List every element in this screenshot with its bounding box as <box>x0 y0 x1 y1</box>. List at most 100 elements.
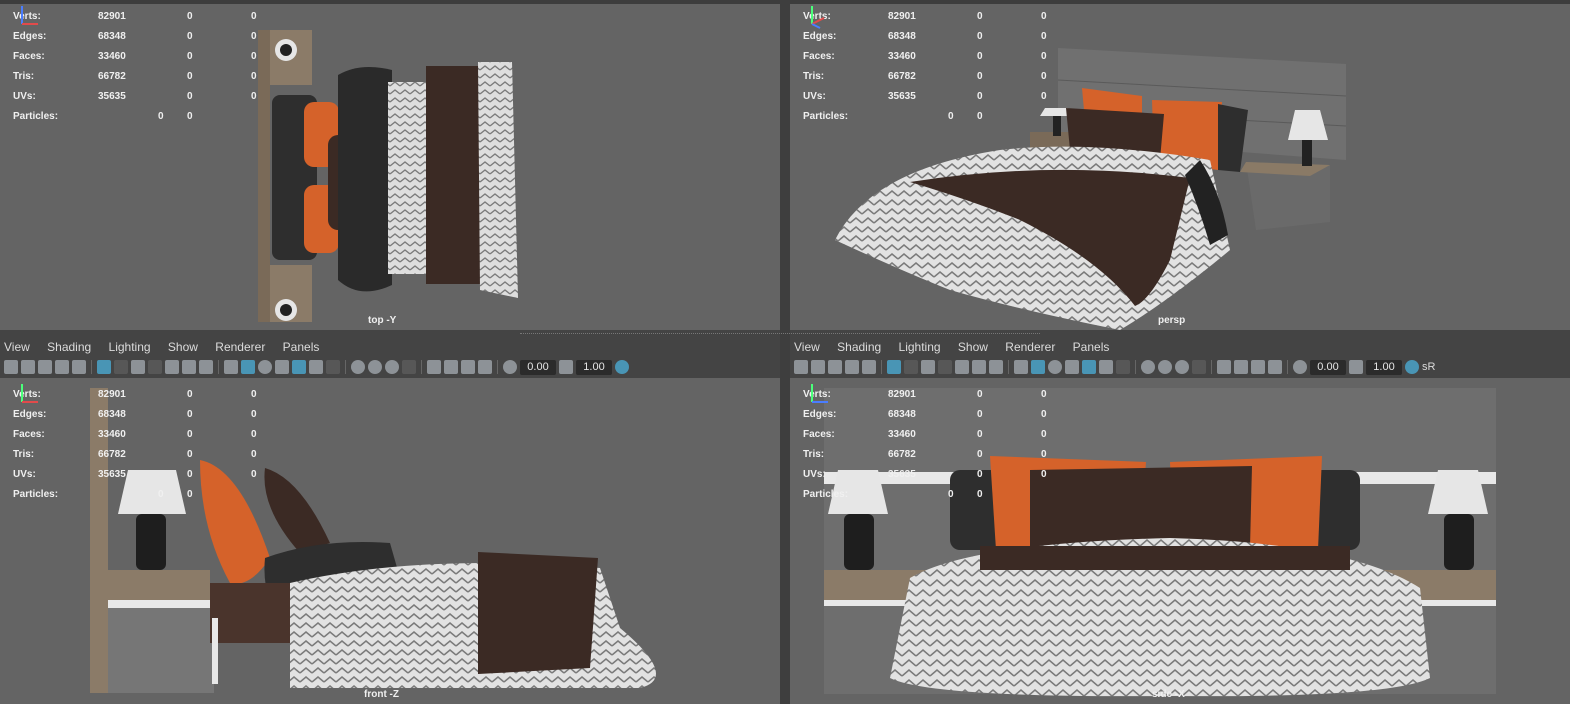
grid-icon[interactable] <box>887 360 901 374</box>
screen-space-ao-icon[interactable] <box>1141 360 1155 374</box>
grease-pencil-icon[interactable] <box>862 360 876 374</box>
viewport-top[interactable]: Verts: 82901 0 0 Edges: 68348 0 0 Faces: 33460 0… <box>0 0 780 330</box>
grease-pencil-icon[interactable] <box>72 360 86 374</box>
image-plane-icon[interactable] <box>55 360 69 374</box>
depth-of-field-icon[interactable] <box>402 360 416 374</box>
menu-shading[interactable]: Shading <box>837 340 881 354</box>
image-plane-icon[interactable] <box>845 360 859 374</box>
hud-row-faces: Faces: 33460 0 0 <box>13 429 257 440</box>
hud-stats: Verts: 82901 0 0 Edges: 68348 0 0 Faces: 33460 0… <box>13 7 283 127</box>
viewport-splitter-vertical[interactable] <box>780 0 790 704</box>
xray-joints-icon[interactable] <box>1251 360 1265 374</box>
viewport-side[interactable]: Verts: 82901 0 0 Edges: 68348 0 0 Faces: 33460 0… <box>790 378 1570 704</box>
default-material-icon[interactable] <box>258 360 272 374</box>
field-chart-icon[interactable] <box>165 360 179 374</box>
gamma-icon[interactable] <box>559 360 573 374</box>
exposure-icon[interactable] <box>1293 360 1307 374</box>
safe-action-icon[interactable] <box>972 360 986 374</box>
panel-menu: View Shading Lighting Show Renderer Pane… <box>794 340 1123 356</box>
wireframe-on-shaded-icon[interactable] <box>1065 360 1079 374</box>
color-management-icon[interactable] <box>615 360 629 374</box>
toolbar-separator <box>218 360 219 374</box>
menu-view[interactable]: View <box>4 340 30 354</box>
smooth-shade-icon[interactable] <box>241 360 255 374</box>
depth-of-field-icon[interactable] <box>1192 360 1206 374</box>
safe-title-icon[interactable] <box>199 360 213 374</box>
resolution-gate-icon[interactable] <box>131 360 145 374</box>
gate-mask-icon[interactable] <box>148 360 162 374</box>
wireframe-icon[interactable] <box>1014 360 1028 374</box>
anti-aliasing-icon[interactable] <box>1175 360 1189 374</box>
hud-row-tris: Tris: 66782 0 0 <box>803 71 1047 82</box>
xray-icon[interactable] <box>1234 360 1248 374</box>
hud-row-tris: Tris: 66782 0 0 <box>13 71 257 82</box>
toolbar-separator <box>881 360 882 374</box>
safe-action-icon[interactable] <box>182 360 196 374</box>
field-chart-icon[interactable] <box>955 360 969 374</box>
shadows-icon[interactable] <box>326 360 340 374</box>
menu-show[interactable]: Show <box>958 340 988 354</box>
use-all-lights-icon[interactable] <box>1099 360 1113 374</box>
menu-panels[interactable]: Panels <box>1073 340 1110 354</box>
panel-toolbar-left: View Shading Lighting Show Renderer Pane… <box>0 330 780 378</box>
exposure-field[interactable]: 0.00 <box>520 359 556 375</box>
exposure-icon[interactable] <box>503 360 517 374</box>
gamma-field[interactable]: 1.00 <box>1366 359 1402 375</box>
maya-viewport-layout: Verts: 82901 0 0 Edges: 68348 0 0 Faces: 33460 0… <box>0 0 1570 704</box>
toolbar-separator <box>1287 360 1288 374</box>
menu-renderer[interactable]: Renderer <box>1005 340 1055 354</box>
xray-components-icon[interactable] <box>478 360 492 374</box>
motion-blur-icon[interactable] <box>1158 360 1172 374</box>
color-management-icon[interactable] <box>1405 360 1419 374</box>
menu-panels[interactable]: Panels <box>283 340 320 354</box>
hud-row-edges: Edges: 68348 0 0 <box>803 409 1047 420</box>
isolate-select-icon[interactable] <box>427 360 441 374</box>
textured-icon[interactable] <box>1082 360 1096 374</box>
film-gate-icon[interactable] <box>114 360 128 374</box>
resolution-gate-icon[interactable] <box>921 360 935 374</box>
bookmark-icon[interactable] <box>38 360 52 374</box>
wireframe-icon[interactable] <box>224 360 238 374</box>
hud-row-verts: Verts: 82901 0 0 <box>803 11 1047 22</box>
camera-attributes-icon[interactable] <box>811 360 825 374</box>
menu-view[interactable]: View <box>794 340 820 354</box>
safe-title-icon[interactable] <box>989 360 1003 374</box>
menu-shading[interactable]: Shading <box>47 340 91 354</box>
bookmark-icon[interactable] <box>828 360 842 374</box>
viewport-front[interactable]: Verts: 82901 0 0 Edges: 68348 0 0 Faces: 33460 0… <box>0 378 780 704</box>
motion-blur-icon[interactable] <box>368 360 382 374</box>
camera-label: top -Y <box>368 315 397 326</box>
toolbar-separator <box>497 360 498 374</box>
viewport-splitter-horizontal[interactable] <box>520 333 1040 336</box>
menu-show[interactable]: Show <box>168 340 198 354</box>
screen-space-ao-icon[interactable] <box>351 360 365 374</box>
view-transform-label[interactable]: sR <box>1422 361 1435 373</box>
film-gate-icon[interactable] <box>904 360 918 374</box>
grid-icon[interactable] <box>97 360 111 374</box>
menu-lighting[interactable]: Lighting <box>109 340 151 354</box>
default-material-icon[interactable] <box>1048 360 1062 374</box>
hud-row-uvs: UVs: 35635 0 0 <box>803 91 1047 102</box>
hud-row-particles: Particles: 0 0 <box>803 111 983 122</box>
exposure-field[interactable]: 0.00 <box>1310 359 1346 375</box>
gate-mask-icon[interactable] <box>938 360 952 374</box>
select-camera-icon[interactable] <box>794 360 808 374</box>
menu-lighting[interactable]: Lighting <box>899 340 941 354</box>
xray-components-icon[interactable] <box>1268 360 1282 374</box>
gamma-icon[interactable] <box>1349 360 1363 374</box>
select-camera-icon[interactable] <box>4 360 18 374</box>
hud-row-uvs: UVs: 35635 0 0 <box>803 469 1047 480</box>
camera-attributes-icon[interactable] <box>21 360 35 374</box>
xray-joints-icon[interactable] <box>461 360 475 374</box>
anti-aliasing-icon[interactable] <box>385 360 399 374</box>
viewport-persp[interactable]: Verts: 82901 0 0 Edges: 68348 0 0 Faces: 33460 0… <box>790 0 1570 330</box>
gamma-field[interactable]: 1.00 <box>576 359 612 375</box>
textured-icon[interactable] <box>292 360 306 374</box>
isolate-select-icon[interactable] <box>1217 360 1231 374</box>
use-all-lights-icon[interactable] <box>309 360 323 374</box>
menu-renderer[interactable]: Renderer <box>215 340 265 354</box>
xray-icon[interactable] <box>444 360 458 374</box>
wireframe-on-shaded-icon[interactable] <box>275 360 289 374</box>
shadows-icon[interactable] <box>1116 360 1130 374</box>
smooth-shade-icon[interactable] <box>1031 360 1045 374</box>
